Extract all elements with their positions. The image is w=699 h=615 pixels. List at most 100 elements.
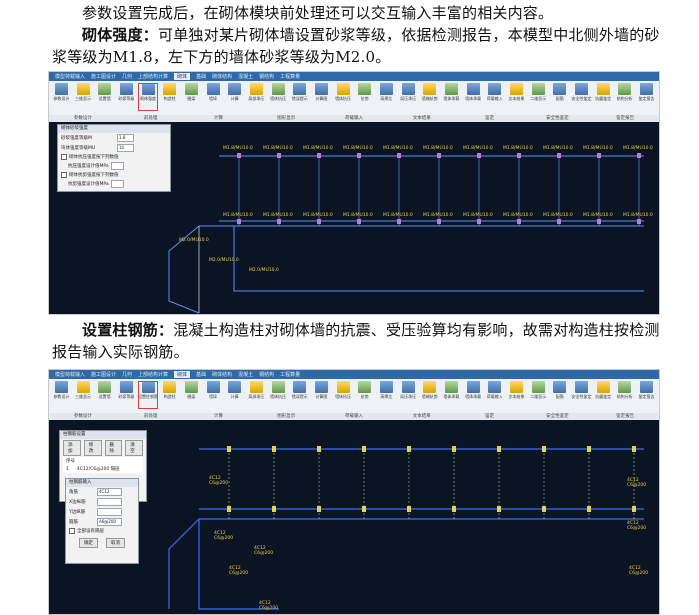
menu-tab[interactable]: 上部结构计算 xyxy=(138,371,168,378)
ribbon-button[interactable]: 文本结果 xyxy=(506,83,527,111)
ribbon-button[interactable]: 墙体承载 xyxy=(441,83,462,111)
ribbon-button[interactable]: 抗震鉴定 xyxy=(593,83,614,111)
menu-tab[interactable]: 砌体结构 xyxy=(212,73,232,80)
ribbon-button[interactable]: 二维显示 xyxy=(528,381,549,409)
list-item[interactable]: 1 4C12/C6@200 隔层 xyxy=(63,465,143,473)
menu-tab[interactable]: 基础 xyxy=(196,73,206,80)
menu-tab[interactable]: 模型荷载输入 xyxy=(55,73,85,80)
ribbon-button[interactable]: 墙垛 xyxy=(203,381,224,409)
menu-tab[interactable]: 基础 xyxy=(196,371,206,378)
ribbon-button[interactable]: 高厚比 xyxy=(376,83,397,111)
ribbon-button[interactable]: 设置墙 xyxy=(94,381,115,409)
ribbon-button[interactable]: 砂浆等级 xyxy=(116,381,137,409)
column-mark xyxy=(587,446,591,452)
ribbon-button[interactable]: 错误提示 xyxy=(289,381,310,409)
ribbon-button[interactable]: 抗震鉴定 xyxy=(593,381,614,409)
ribbon-button[interactable]: 墙体承载 xyxy=(441,381,462,409)
ribbon-button[interactable]: 墙体承载 xyxy=(463,381,484,409)
ribbon-button[interactable]: 安全性鉴定 xyxy=(571,83,592,111)
menu-tab[interactable]: 几何 xyxy=(122,73,132,80)
ribbon-button[interactable]: 墙端抗剪 xyxy=(419,83,440,111)
menu-tab[interactable]: 混凝土 xyxy=(238,371,253,378)
ribbon-button[interactable]: 配筋 xyxy=(549,83,570,111)
value-input[interactable] xyxy=(110,162,124,170)
clear-button[interactable]: 清空 xyxy=(125,440,143,456)
ribbon-button[interactable]: 文本结果 xyxy=(506,381,527,409)
ribbon-button[interactable]: 计算图 xyxy=(311,83,332,111)
menu-tab[interactable]: 混凝土 xyxy=(238,73,253,80)
menu-tab[interactable]: 几何 xyxy=(122,371,132,378)
y-bar-input[interactable] xyxy=(97,508,122,516)
ribbon-button[interactable]: 安全性鉴定 xyxy=(571,381,592,409)
ribbon-button[interactable]: 墙端抗剪 xyxy=(419,381,440,409)
modify-button[interactable]: 修改 xyxy=(83,440,102,456)
ribbon-button[interactable]: 墙体抗压 xyxy=(333,381,354,409)
menu-tab[interactable]: 施工图设计 xyxy=(91,73,116,80)
check-label: 全部设有隔层 xyxy=(77,529,104,534)
ribbon-button[interactable]: 鉴定报告 xyxy=(636,83,657,111)
ribbon-button[interactable]: 墙体抗压 xyxy=(268,83,289,111)
ribbon-button[interactable]: 计算 xyxy=(224,83,245,111)
ribbon-button[interactable]: 砌体强度 xyxy=(137,83,159,111)
ribbon-button[interactable]: 参数设计 xyxy=(51,83,72,111)
add-button[interactable]: 添加 xyxy=(63,440,81,456)
cancel-button[interactable]: 取消 xyxy=(106,538,125,548)
ribbon-button[interactable]: 构造柱 xyxy=(159,381,180,409)
ribbon-button[interactable]: 抗剪 xyxy=(354,83,375,111)
menu-tab[interactable]: 砌体 xyxy=(174,73,191,80)
ribbon-button[interactable]: 参数设计 xyxy=(51,381,72,409)
ribbon-button[interactable]: 计算 xyxy=(224,381,245,409)
ribbon-button[interactable]: 墙体抗压 xyxy=(268,381,289,409)
menu-tab[interactable]: 工程算量 xyxy=(280,371,300,378)
menu-tab[interactable]: 砌体结构 xyxy=(212,371,232,378)
checkbox[interactable] xyxy=(61,154,67,160)
block-grade-input[interactable]: 10 xyxy=(117,144,134,152)
ribbon-button[interactable]: 圈梁 xyxy=(181,83,202,111)
ribbon-button[interactable]: 局部承压 xyxy=(246,381,267,409)
ribbon-button[interactable]: 墙体承载 xyxy=(463,83,484,111)
ribbon-button[interactable]: 局压承压 xyxy=(398,83,419,111)
menu-tab[interactable]: 钢结构 xyxy=(259,371,274,378)
menu-bar: 模型荷载输入 施工图设计 几何 上部结构计算 砌体 基础 砌体结构 混凝土 钢结构 工程算量 xyxy=(49,72,659,81)
ribbon-button[interactable]: 二维显示 xyxy=(528,83,549,111)
ribbon-button[interactable]: 墙体抗压 xyxy=(333,83,354,111)
menu-tab[interactable]: 工程算量 xyxy=(280,73,300,80)
ribbon-button[interactable]: 鉴定报告 xyxy=(636,381,657,409)
ribbon-button[interactable]: 设置柱钢筋 xyxy=(137,381,159,409)
menu-tab[interactable]: 砌体 xyxy=(174,371,191,378)
masonry-strength-screenshot: 模型荷载输入 施工图设计 几何 上部结构计算 砌体 基础 砌体结构 混凝土 钢结构 工程算量 参数… xyxy=(48,71,660,315)
checkbox[interactable] xyxy=(61,172,67,178)
x-bar-input[interactable] xyxy=(97,498,122,506)
ribbon-button[interactable]: 结构分析 xyxy=(614,83,635,111)
ribbon-button[interactable]: 墙垛 xyxy=(203,83,224,111)
ribbon-button[interactable]: 局压承压 xyxy=(398,381,419,409)
menu-tab[interactable]: 施工图设计 xyxy=(91,371,116,378)
checkbox[interactable] xyxy=(69,528,75,534)
menu-tab[interactable]: 模型荷载输入 xyxy=(55,371,85,378)
ribbon-button[interactable]: 荷载输入 xyxy=(484,83,505,111)
ribbon-button[interactable]: 圈梁 xyxy=(181,381,202,409)
ribbon-button[interactable]: 设置墙 xyxy=(94,83,115,111)
ribbon-button[interactable]: 局部承压 xyxy=(246,83,267,111)
ribbon-button[interactable]: 计算图 xyxy=(311,381,332,409)
value-input[interactable] xyxy=(110,180,124,188)
ribbon-button[interactable]: 三维显示 xyxy=(73,381,94,409)
stirrup-input[interactable]: A6@200 xyxy=(97,518,122,526)
tool-icon xyxy=(293,83,307,95)
ribbon-button[interactable]: 荷载输入 xyxy=(484,381,505,409)
ribbon-button[interactable]: 高厚比 xyxy=(376,381,397,409)
ribbon-button[interactable]: 配筋 xyxy=(549,381,570,409)
ribbon-button[interactable]: 三维显示 xyxy=(73,83,94,111)
menu-tab[interactable]: 上部结构计算 xyxy=(138,73,168,80)
mortar-grade-input[interactable]: 1.8 xyxy=(117,134,134,142)
delete-button[interactable]: 删除 xyxy=(104,440,123,456)
ribbon-button[interactable]: 构造柱 xyxy=(159,83,180,111)
menu-tab[interactable]: 钢结构 xyxy=(259,73,274,80)
ribbon-button[interactable]: 抗剪 xyxy=(354,381,375,409)
ribbon-button[interactable]: 结构分析 xyxy=(614,381,635,409)
tool-icon xyxy=(54,83,68,95)
ribbon-button[interactable]: 砂浆等级 xyxy=(116,83,137,111)
corner-bar-input[interactable]: 4C12 xyxy=(97,488,122,496)
ok-button[interactable]: 确定 xyxy=(79,538,98,548)
ribbon-button[interactable]: 错误提示 xyxy=(289,83,310,111)
